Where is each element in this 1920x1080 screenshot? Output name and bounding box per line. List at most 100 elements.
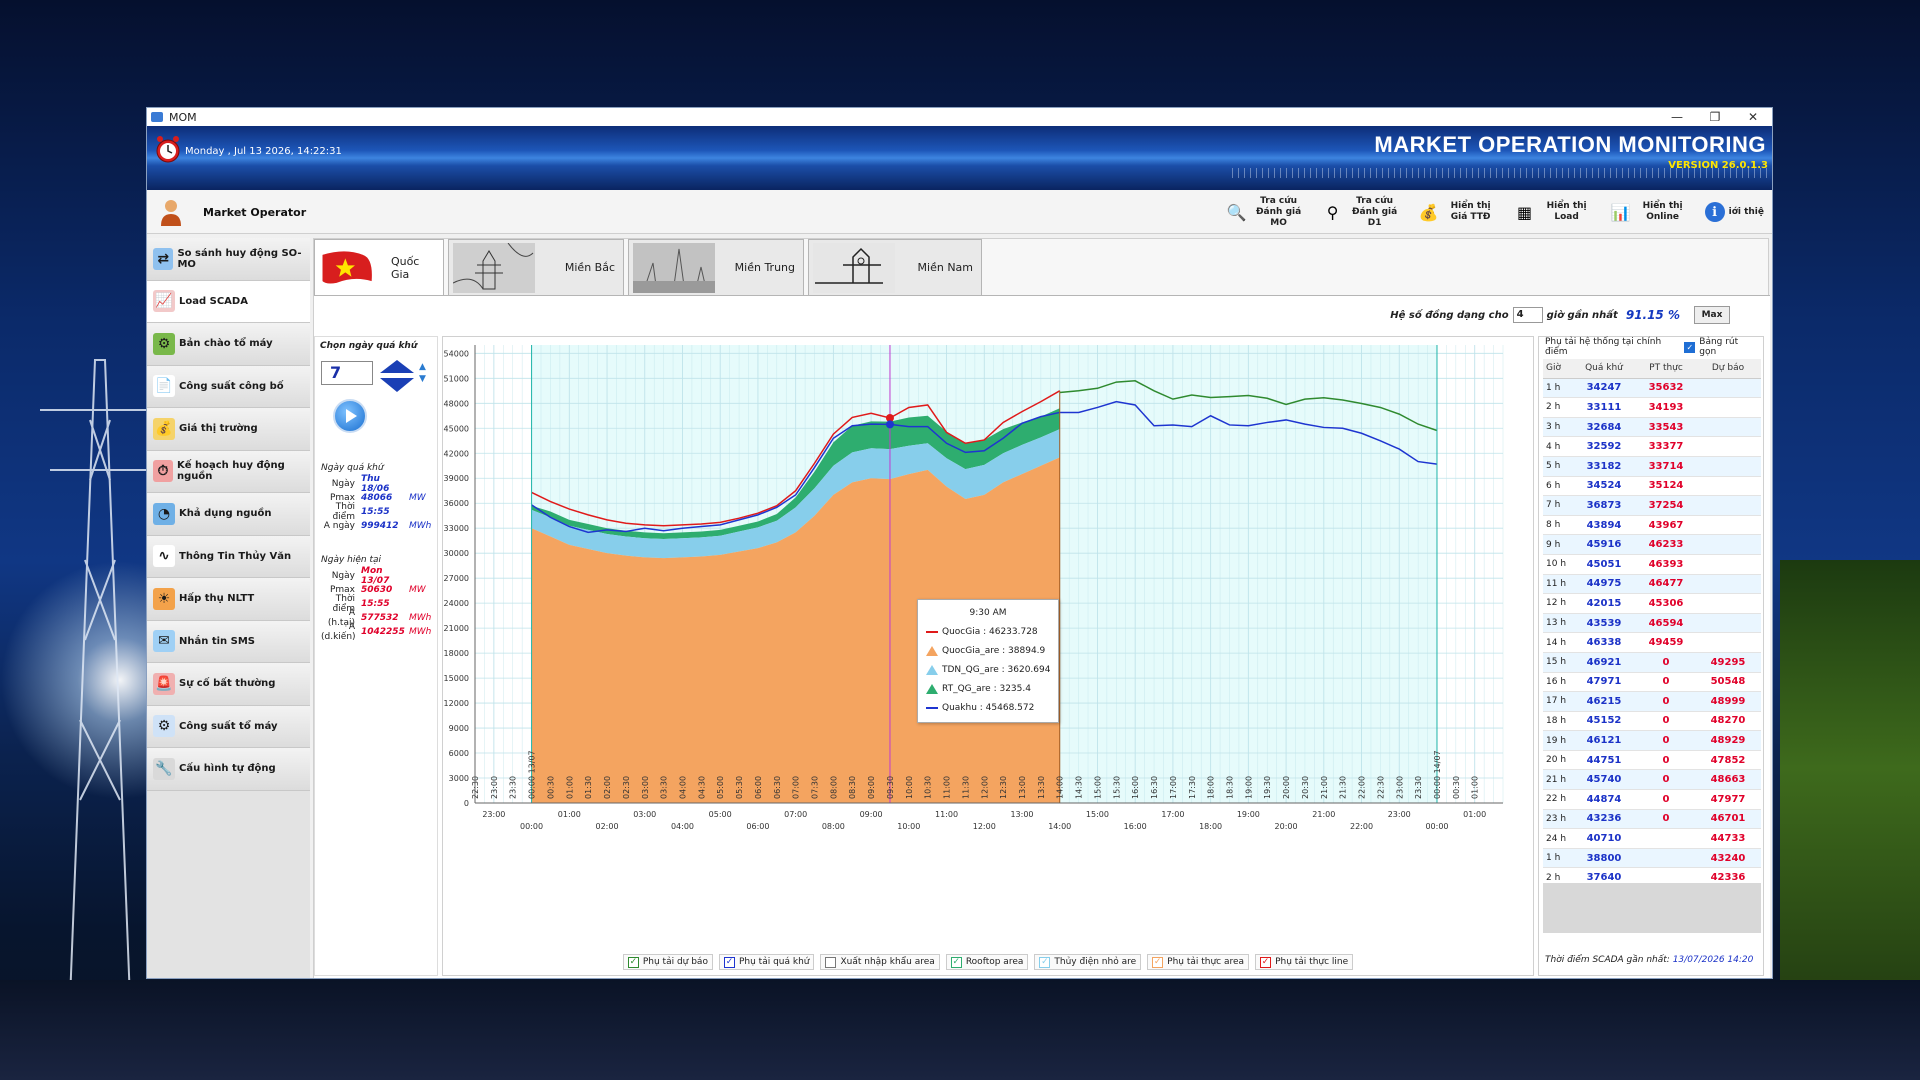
table-row: 16 h 47971 0 50548 <box>1543 672 1761 693</box>
sidebar-item-hap-thu-nltt[interactable]: ☀ Hấp thụ NLTT <box>147 578 310 621</box>
checkbox-checked-icon[interactable]: ✓ <box>1152 956 1164 968</box>
tab-label: Quốc Gia <box>390 254 420 281</box>
x-tick-label: 23:00 <box>482 810 505 819</box>
days-select[interactable]: 7 <box>321 361 373 385</box>
table-cell: 46393 <box>1648 558 1684 570</box>
legend-item-phu-tai-thuc-line[interactable]: ✓ Phụ tải thực line <box>1255 954 1354 970</box>
tab-label: Miền Trung <box>734 261 795 274</box>
x-tick-label-rotated: 12:00 <box>980 776 989 799</box>
search-gear-icon: ⚙ <box>153 715 175 738</box>
tab-quoc-gia[interactable]: Quốc Gia <box>314 239 444 295</box>
table-cell: 8 h <box>1546 520 1561 531</box>
sidebar-item-nhan-tin-sms[interactable]: ✉ Nhắn tin SMS <box>147 620 310 663</box>
x-tick-label-rotated: 01:00 <box>565 776 574 799</box>
toolbar-button-ioi-thie[interactable]: ℹ iới thiệ <box>1704 194 1764 230</box>
checkbox-checked-icon[interactable]: ✓ <box>627 956 639 968</box>
toolbar-button-label: Tra cứu Đánh giá MO <box>1256 195 1302 228</box>
x-tick-label: 00:00 <box>1425 822 1448 831</box>
checkbox-checked-icon[interactable]: ✓ <box>1039 956 1051 968</box>
sidebar-item-gia-thi-truong[interactable]: 💰 Giá thị trường <box>147 408 310 451</box>
search-report-icon: 🔍 <box>1226 202 1247 222</box>
cursor-point-quakhu <box>885 420 894 429</box>
checkbox-empty-icon[interactable] <box>825 956 837 968</box>
current-datetime: Monday , Jul 13 2026, 14:22:31 <box>185 146 342 157</box>
toolbar-button-hien-thi-gia-ttd[interactable]: 💰 Hiển thị Giá TTĐ <box>1417 194 1497 230</box>
table-cell: 19 h <box>1546 735 1567 746</box>
table-row: 1 h 38800 43240 <box>1543 848 1761 869</box>
legend-item-rooftop-area[interactable]: ✓ Rooftop area <box>945 954 1029 970</box>
x-tick-label-rotated: 01:30 <box>584 776 593 799</box>
x-tick-label-rotated: 00:00 13/07 <box>528 750 537 799</box>
x-tick-label: 02:00 <box>596 822 619 831</box>
x-tick-label-rotated: 07:00 <box>792 776 801 799</box>
restore-button[interactable]: ❐ <box>1696 108 1734 126</box>
tools-icon: 🔧 <box>153 757 175 780</box>
y-tick-label: 18000 <box>444 649 469 658</box>
y-tick-label: 39000 <box>444 474 469 483</box>
legend-item-thuy-dien-nho-are[interactable]: ✓ Thủy điện nhỏ are <box>1034 954 1142 970</box>
header-stripe <box>1232 168 1772 178</box>
close-button[interactable]: ✕ <box>1734 108 1772 126</box>
x-tick-label-rotated: 06:30 <box>773 776 782 799</box>
sidebar-item-su-co-bat-thuong[interactable]: 🚨 Sự cố bất thường <box>147 663 310 706</box>
toolbar-button-tra-cuu-danh-gia-mo[interactable]: 🔍 Tra cứu Đánh giá MO <box>1225 194 1305 230</box>
table-row: 24 h 40710 44733 <box>1543 829 1761 849</box>
table-cell: 0 <box>1662 813 1670 825</box>
legend-item-phu-tai-qua-khu[interactable]: ✓ Phụ tải quá khứ <box>718 954 815 970</box>
table-cell: 32684 <box>1586 421 1622 433</box>
sidebar-item-cau-hinh-tu-dong[interactable]: 🔧 Cấu hình tự động <box>147 748 310 791</box>
minimize-button[interactable]: — <box>1658 108 1696 126</box>
sidebar-item-cong-suat-to-may[interactable]: ⚙ Công suất tổ máy <box>147 705 310 748</box>
tooltip-row-label: QuocGia_are : 38894.9 <box>942 645 1046 656</box>
compact-table-checkbox[interactable]: ✓ Bảng rút gọn <box>1684 337 1757 357</box>
legend-item-phu-tai-thuc-area[interactable]: ✓ Phụ tải thực area <box>1147 954 1250 970</box>
play-button[interactable] <box>333 399 367 433</box>
legend-item-xuat-nhap-khau-area[interactable]: Xuất nhập khẩu area <box>820 954 940 970</box>
toolbar-button-label: Hiển thị Giá TTĐ <box>1450 201 1491 222</box>
sidebar-item-thong-tin-thuy-van[interactable]: ∿ Thông Tin Thủy Văn <box>147 535 310 578</box>
scada-time-label: Thời điểm SCADA gần nhất: <box>1545 955 1670 965</box>
load-chart[interactable]: 0 3000 6000 9000 12000 15000 18000 21000 24000 27… <box>442 336 1534 976</box>
x-tick-label: 06:00 <box>746 822 769 831</box>
sidebar-item-cong-suat-cong-bo[interactable]: 📄 Công suất công bố <box>147 365 310 408</box>
coef-hours-select[interactable]: 4 <box>1512 307 1543 323</box>
table-row: 11 h 44975 46477 <box>1543 574 1761 595</box>
past-a-value: 999412 <box>361 521 399 531</box>
max-button[interactable]: Max <box>1694 306 1730 324</box>
x-tick-label-rotated: 02:00 <box>603 776 612 799</box>
tab-mien-trung[interactable]: Miền Trung <box>628 239 804 295</box>
checkbox-checked-icon[interactable]: ✓ <box>950 956 962 968</box>
x-tick-label-rotated: 12:30 <box>999 776 1008 799</box>
checkbox-checked-icon[interactable]: ✓ <box>1260 956 1272 968</box>
sidebar-item-ban-chao-to-may[interactable]: ⚙ Bản chào tổ máy <box>147 323 310 366</box>
sidebar-item-so-sanh-huy-dong-so-mo[interactable]: ⇄ So sánh huy động SO-MO <box>147 238 310 281</box>
table-row: 3 h 32684 33543 <box>1543 417 1761 438</box>
mini-spin-icon[interactable]: ▲ ▼ <box>419 361 431 387</box>
table-cell: 46233 <box>1648 539 1684 551</box>
table-cell: 45916 <box>1586 539 1622 551</box>
line-swatch-icon <box>926 706 938 709</box>
up-down-arrows-icon[interactable] <box>379 359 415 393</box>
checkbox-checked-icon[interactable]: ✓ <box>723 956 735 968</box>
current-ah-unit: MWh <box>409 613 432 623</box>
toolbar-button-hien-thi-online[interactable]: 📊 Hiển thị Online <box>1609 194 1689 230</box>
toolbar-button-hien-thi-load[interactable]: ▦ Hiển thị Load <box>1513 194 1593 230</box>
table-cell: 11 h <box>1546 578 1567 589</box>
tooltip-row: Quakhu : 45468.572 <box>926 702 1058 713</box>
x-tick-label: 17:00 <box>1161 810 1184 819</box>
coef-percent: 91.15 % <box>1625 308 1680 322</box>
table-cell: 46594 <box>1648 617 1684 629</box>
sidebar-item-load-scada[interactable]: 📈 Load SCADA <box>147 280 310 323</box>
sidebar-item-ke-hoach-huy-dong-nguon[interactable]: ⏱ Kế hoạch huy động nguồn <box>147 450 310 493</box>
sidebar-item-kha-dung-nguon[interactable]: ◔ Khả dụng nguồn <box>147 493 310 536</box>
tab-mien-bac[interactable]: Miền Bắc <box>448 239 624 295</box>
table-cell: 38800 <box>1586 852 1622 864</box>
document-icon: 📄 <box>153 375 175 398</box>
current-day-info: Ngày hiện tại Ngày Mon 13/07 Pmax 50630 MW … <box>321 555 432 642</box>
sidebar-item-label: Cấu hình tự động <box>179 763 276 775</box>
x-tick-label: 13:00 <box>1010 810 1033 819</box>
legend-item-phu-tai-du-bao[interactable]: ✓ Phụ tải dự báo <box>622 954 713 970</box>
tab-mien-nam[interactable]: Miền Nam <box>808 239 982 295</box>
table-cell: 0 <box>1662 695 1670 707</box>
toolbar-button-tra-cuu-danh-gia-d1[interactable]: ⚲ Tra cứu Đánh giá D1 <box>1321 194 1401 230</box>
